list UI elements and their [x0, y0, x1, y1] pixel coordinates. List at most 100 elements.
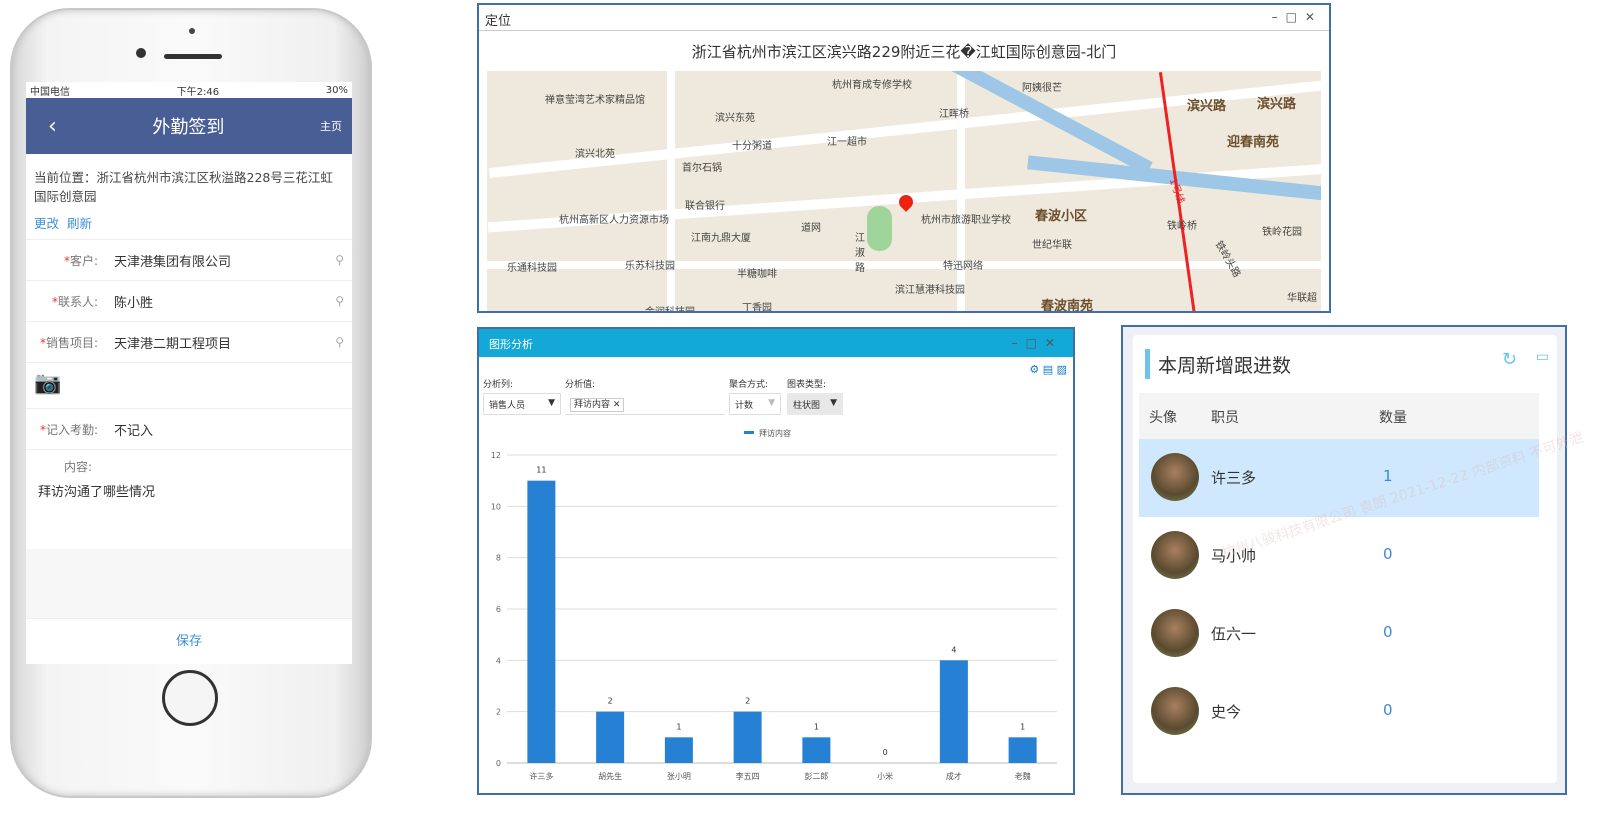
- camera: [136, 48, 146, 58]
- map-label: 江晖桥: [939, 109, 969, 120]
- y-tick-label: 10: [491, 502, 501, 511]
- aggregation-select[interactable]: 计数 ▼: [729, 393, 781, 415]
- field-label: 客户:: [69, 253, 98, 268]
- map-label: 滨兴路: [1257, 97, 1297, 112]
- analysis-value-input[interactable]: 拜访内容 ✕: [565, 393, 725, 415]
- search-icon[interactable]: ⚲: [335, 335, 344, 349]
- staff-name: 史今: [1211, 703, 1242, 721]
- home-button[interactable]: [162, 670, 218, 726]
- map-label: 金润科技园: [645, 303, 695, 311]
- map-label: 滨兴东苑: [715, 113, 755, 124]
- field-value: 陈小胜: [114, 295, 154, 311]
- nav-bar: ‹ 外勤签到 主页: [26, 98, 352, 154]
- contact-field[interactable]: *联系人: 陈小胜 ⚲: [26, 280, 352, 321]
- map-label: 春波小区: [1035, 209, 1088, 224]
- staff-name: 伍六一: [1211, 625, 1257, 643]
- remove-tag-icon[interactable]: ✕: [613, 400, 621, 410]
- content-label: 内容:: [64, 460, 93, 474]
- analysis-column-select[interactable]: 销售人员 ▼: [483, 393, 561, 415]
- data-label: 11: [536, 466, 546, 475]
- x-tick-label: 张小明: [667, 772, 691, 781]
- save-button[interactable]: 保存: [26, 618, 352, 664]
- refresh-link[interactable]: 刷新: [67, 216, 92, 231]
- map-label: 杭州高新区人力资源市场: [559, 215, 669, 226]
- home-link[interactable]: 主页: [320, 118, 342, 134]
- map-label: 首尔石锅: [682, 163, 722, 174]
- y-tick-label: 12: [491, 451, 501, 460]
- customer-field[interactable]: *客户: 天津港集团有限公司 ⚲: [26, 239, 352, 280]
- table-row[interactable]: 史今 0: [1139, 673, 1539, 751]
- window-title: 图形分析: [489, 338, 533, 351]
- toolbar-icons[interactable]: ⚙ ▤ ▨: [1029, 363, 1067, 376]
- location-label: 当前位置：: [34, 170, 97, 185]
- battery: 30%: [325, 84, 348, 96]
- table-row[interactable]: 伍六一 0: [1139, 595, 1539, 673]
- data-label: 1: [1020, 722, 1025, 731]
- map-label: 铁岭桥: [1167, 221, 1197, 232]
- bar: [939, 660, 968, 763]
- filter-label: 分析列:: [483, 380, 514, 390]
- refresh-icon[interactable]: ↻: [1502, 349, 1517, 370]
- chart-type-select[interactable]: 柱状图 ▼: [787, 393, 843, 415]
- filter-label: 图表类型:: [787, 380, 827, 390]
- x-tick-label: 李五四: [736, 771, 760, 781]
- map-label: 乐通科技园: [507, 263, 557, 274]
- table-header: 头像 职员 数量: [1139, 393, 1539, 439]
- speaker: [164, 54, 222, 59]
- data-label: 2: [608, 697, 613, 706]
- page-title: 外勤签到: [152, 117, 225, 138]
- map-label: 江南九鼎大厦: [691, 233, 751, 244]
- map-label: 春波南苑: [1041, 299, 1094, 311]
- chart-window: 图形分析 –□✕ ⚙ ▤ ▨ 分析列: 销售人员 ▼ 分析值: 拜访内容 ✕ 聚合方…: [477, 327, 1075, 795]
- window-controls[interactable]: –□✕: [1272, 10, 1323, 25]
- maximize-icon[interactable]: ▭: [1536, 349, 1549, 365]
- count-value: 0: [1383, 545, 1393, 563]
- sensor: [189, 28, 195, 34]
- header-avatar: 头像: [1149, 410, 1177, 426]
- search-icon[interactable]: ⚲: [335, 253, 344, 267]
- status-bar: 中国电信 下午2:46 30%: [26, 82, 352, 98]
- address-text: 浙江省杭州市滨江区滨兴路229附近三花�江虹国际创意园-北门: [691, 43, 1117, 61]
- attendance-field[interactable]: *记入考勤: 不记入: [26, 408, 352, 449]
- count-value: 0: [1383, 623, 1393, 641]
- window-controls[interactable]: –□✕: [1012, 336, 1063, 350]
- content-value[interactable]: 拜访沟通了哪些情况: [34, 481, 344, 500]
- field-label: 记入考勤:: [45, 422, 98, 437]
- legend-swatch: [744, 431, 754, 434]
- y-tick-label: 8: [496, 554, 501, 563]
- x-tick-label: 许三多: [529, 771, 553, 781]
- map-label: 阿姨很芒: [1022, 83, 1062, 94]
- map-view[interactable]: 禅意莹湾艺术家精品馆 杭州育成专修学校 阿姨很芒 滨兴路 滨兴路 迎春南苑 滨兴…: [487, 71, 1321, 311]
- data-label: 4: [951, 645, 956, 654]
- map-label: 禅意莹湾艺术家精品馆: [545, 95, 645, 106]
- map-window: 定位 –□✕ 浙江省杭州市滨江区滨兴路229附近三花�江虹国际创意园-北门 禅意莹…: [477, 3, 1331, 313]
- data-label: 0: [883, 748, 888, 757]
- back-button[interactable]: ‹: [48, 114, 57, 139]
- change-link[interactable]: 更改: [34, 216, 59, 231]
- filter-label: 分析值:: [565, 380, 596, 390]
- field-value: 不记入: [114, 423, 154, 439]
- camera-icon[interactable]: 📷: [26, 362, 352, 408]
- map-label: 世纪华联: [1032, 240, 1072, 251]
- content-field[interactable]: 内容: 拜访沟通了哪些情况: [26, 449, 352, 549]
- bar: [733, 711, 762, 763]
- map-label: 迎春南苑: [1227, 135, 1280, 150]
- time: 下午2:46: [176, 86, 220, 98]
- y-tick-label: 2: [496, 708, 501, 717]
- map-label: 联合银行: [685, 201, 725, 212]
- search-icon[interactable]: ⚲: [335, 294, 344, 308]
- staff-name: 许三多: [1211, 469, 1257, 487]
- avatar: [1151, 531, 1199, 579]
- phone-screen: 中国电信 下午2:46 30% ‹ 外勤签到 主页 当前位置：浙江省杭州市滨江区…: [26, 82, 352, 664]
- bar: [664, 737, 693, 763]
- project-field[interactable]: *销售项目: 天津港二期工程项目 ⚲: [26, 321, 352, 362]
- field-label: 联系人:: [57, 294, 98, 309]
- x-tick-label: 小米: [877, 771, 893, 781]
- y-tick-label: 4: [496, 656, 501, 665]
- map-label: 铁岭花园: [1262, 227, 1302, 238]
- map-label: 铁岭头路: [1212, 239, 1243, 280]
- map-label: 华联超: [1287, 293, 1317, 304]
- map-label: 滨江慧港科技园: [895, 285, 965, 296]
- count-value: 1: [1383, 467, 1393, 485]
- table-row[interactable]: 马小帅 0: [1139, 517, 1539, 595]
